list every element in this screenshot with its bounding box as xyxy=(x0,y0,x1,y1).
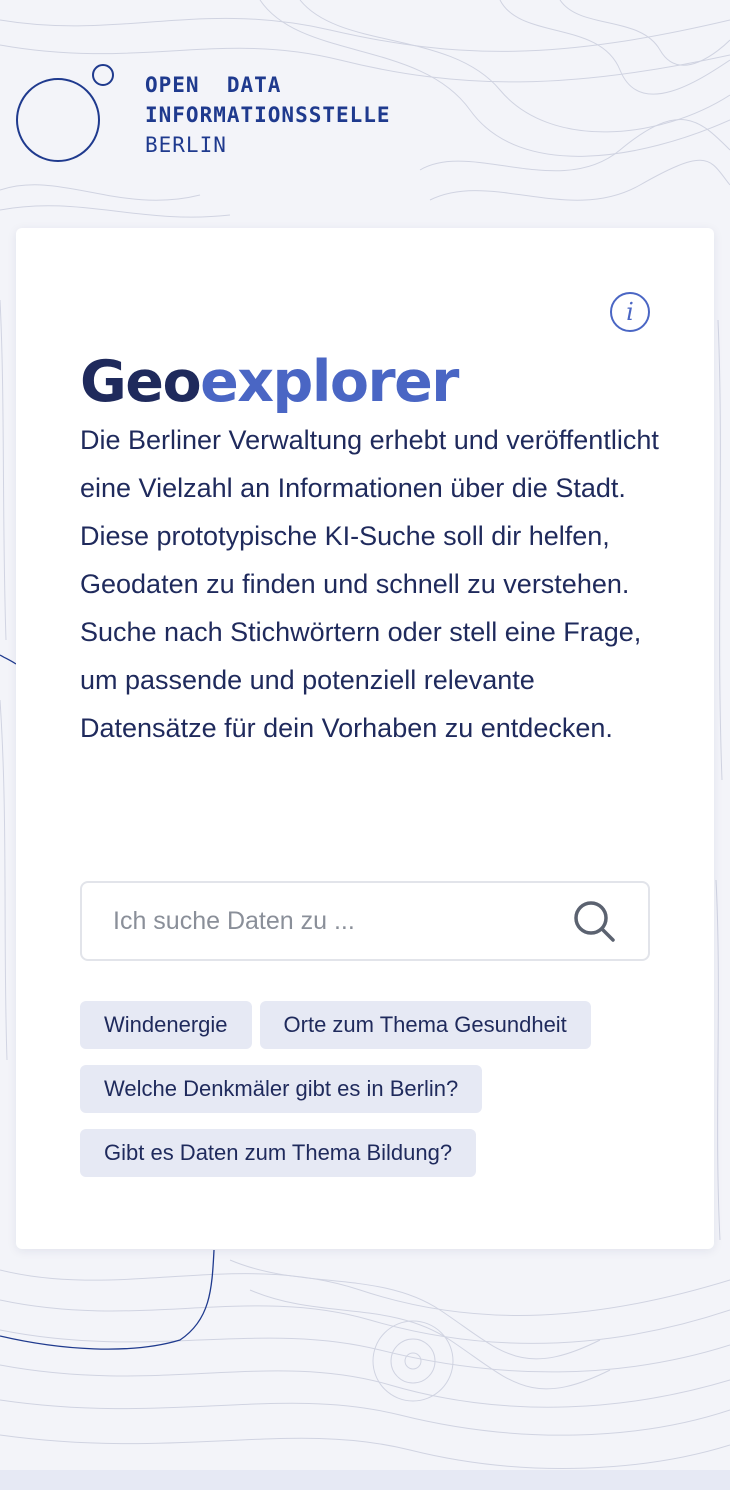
logo-line-informationsstelle: INFORMATIONSSTELLE xyxy=(145,103,391,127)
search-box xyxy=(80,881,650,961)
page-title: Geoexplorer xyxy=(80,348,459,416)
open-data-logo[interactable]: OPEN DATA INFORMATIONSSTELLE BERLIN xyxy=(14,62,434,172)
bottom-strip xyxy=(0,1470,730,1490)
title-part-explorer: explorer xyxy=(200,349,459,415)
search-card: i Geoexplorer Die Berliner Verwaltung er… xyxy=(16,228,714,1249)
logo-line-open-data: OPEN DATA xyxy=(145,73,282,97)
search-icon[interactable] xyxy=(572,899,616,943)
suggestion-chips: Windenergie Orte zum Thema Gesundheit We… xyxy=(80,1001,660,1193)
search-input[interactable] xyxy=(113,883,553,959)
suggestion-chip-denkmaeler[interactable]: Welche Denkmäler gibt es in Berlin? xyxy=(80,1065,483,1113)
intro-description: Die Berliner Verwaltung erhebt und veröf… xyxy=(80,425,659,743)
title-part-geo: Geo xyxy=(80,349,202,415)
logo-circles-icon xyxy=(16,64,114,162)
suggestion-chip-windenergie[interactable]: Windenergie xyxy=(80,1001,252,1049)
logo-text: OPEN DATA INFORMATIONSSTELLE BERLIN xyxy=(145,70,391,160)
suggestion-chip-bildung[interactable]: Gibt es Daten zum Thema Bildung? xyxy=(80,1129,477,1177)
info-button[interactable]: i xyxy=(610,292,650,332)
logo-line-berlin: BERLIN xyxy=(145,133,227,157)
suggestion-chip-gesundheit[interactable]: Orte zum Thema Gesundheit xyxy=(259,1001,591,1049)
info-icon: i xyxy=(626,298,634,326)
